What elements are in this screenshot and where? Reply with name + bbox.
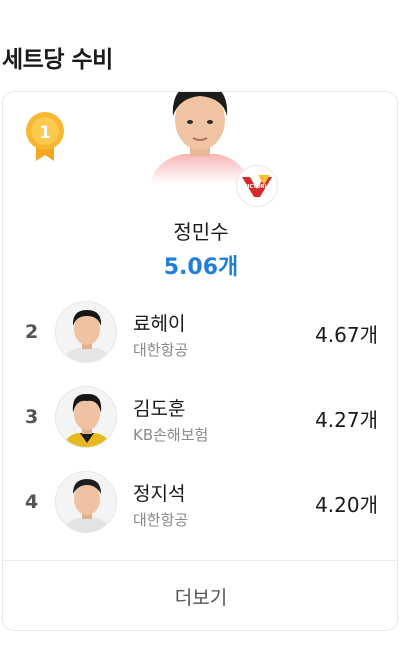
medal-rank: 1 xyxy=(39,123,51,143)
player-value: 4.67개 xyxy=(315,323,378,347)
player-value: 4.20개 xyxy=(315,493,378,517)
avatar xyxy=(55,386,117,448)
rank-number: 2 xyxy=(25,321,39,343)
leader-photo xyxy=(143,92,257,184)
team-logo-text: VICTORIA xyxy=(244,184,271,190)
ranking-row[interactable]: 2 료헤이 대한항공 4.67개 xyxy=(3,297,397,367)
player-name[interactable]: 료헤이 xyxy=(133,309,185,336)
ranking-card: 1 VICTORIA 정민수 5.06개 2 료헤이 대한항공 4.67개 3 … xyxy=(2,91,398,631)
player-team: 대한항공 xyxy=(133,511,189,529)
player-name[interactable]: 정지석 xyxy=(133,479,185,506)
section-title: 세트당 수비 xyxy=(2,47,113,73)
team-logo-icon: VICTORIA xyxy=(236,165,278,207)
player-team: KB손해보험 xyxy=(133,426,209,444)
leader-value: 5.06개 xyxy=(163,255,239,280)
leader-name[interactable]: 정민수 xyxy=(3,216,397,245)
gold-medal-icon: 1 xyxy=(24,111,66,163)
rank-number: 3 xyxy=(25,406,39,428)
player-name[interactable]: 김도훈 xyxy=(133,394,185,421)
player-team: 대한항공 xyxy=(133,341,189,359)
avatar xyxy=(55,471,117,533)
ranking-row[interactable]: 3 김도훈 KB손해보험 4.27개 xyxy=(3,382,397,452)
more-button[interactable]: 더보기 xyxy=(3,561,397,630)
rank-number: 4 xyxy=(25,491,39,513)
ranking-row[interactable]: 4 정지석 대한항공 4.20개 xyxy=(3,467,397,537)
player-value: 4.27개 xyxy=(315,408,378,432)
avatar xyxy=(55,301,117,363)
